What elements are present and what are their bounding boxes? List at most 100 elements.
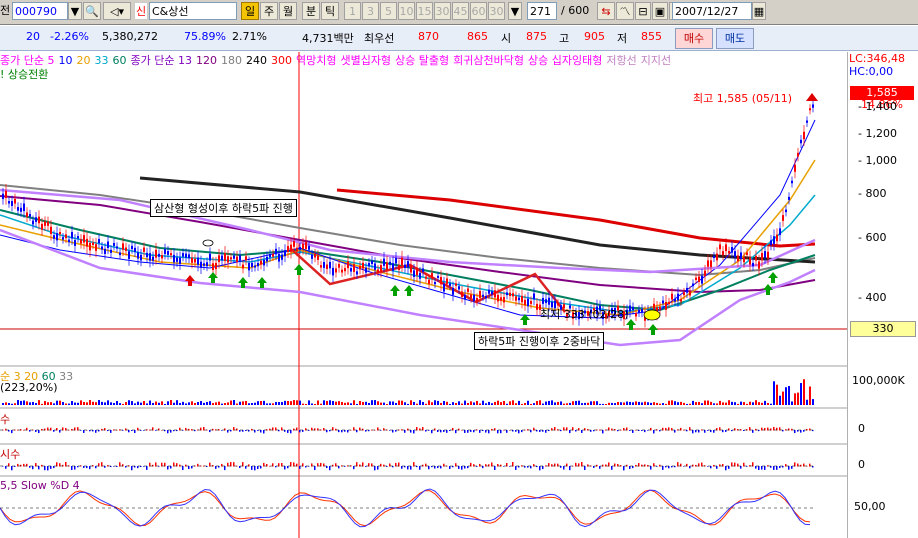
candle-body-261 [785,209,787,213]
sub1-bar-87 [263,430,265,434]
price-chart[interactable] [0,0,847,538]
sub1-bar-161 [485,430,487,433]
sub1-bar-55 [167,430,169,434]
candle-body-255 [767,251,769,259]
volume-bar-28 [86,402,88,405]
candle-body-37 [113,242,115,246]
candle-body-99 [299,247,301,250]
volume-bar-77 [233,400,235,405]
up-arrow-icon-2 [257,277,267,288]
volume-bar-239 [719,400,721,405]
volume-bar-104 [314,403,316,405]
candle-body-65 [197,257,199,265]
volume-bar-243 [731,401,733,405]
candle-body-229 [689,291,691,296]
volume-bar-256 [770,403,772,405]
candle-body-227 [683,292,685,296]
candle-body-80 [242,264,244,269]
candle-body-89 [269,254,271,258]
candle-body-27 [83,235,85,243]
volume-bar-44 [134,403,136,405]
volume-bar-114 [344,402,346,405]
candle-body-242 [728,250,730,254]
candle-body-100 [302,243,304,249]
candle-body-55 [167,251,169,255]
top-annotation-note: 삼산형 형성이후 하락5파 진행 [150,199,297,217]
candle-body-107 [323,262,325,268]
volume-bar-192 [578,400,580,405]
volume-bar-107 [323,400,325,405]
candle-body-70 [212,263,214,271]
volume-bar-57 [173,402,175,405]
candle-body-241 [725,244,727,252]
volume-bar-49 [149,400,151,405]
volume-bar-245 [737,403,739,405]
sub2-bar-108 [326,466,328,469]
volume-bar-176 [530,403,532,405]
sub2-bar-222 [668,466,670,469]
volume-bar-75 [227,402,229,405]
volume-bar-111 [335,401,337,405]
candle-body-29 [89,242,91,251]
volume-bar-264 [794,393,796,405]
volume-bar-118 [356,403,358,405]
candle-body-127 [383,258,385,266]
sub1-bar-172 [518,430,520,434]
price-tick-1: - 1,200 [858,127,897,140]
candle-body-118 [356,271,358,275]
volume-bar-144 [434,400,436,405]
volume-bar-261 [785,387,787,405]
volume-bar-150 [452,402,454,405]
candle-body-9 [29,214,31,217]
volume-bar-194 [584,402,586,405]
sub1-bar-250 [752,430,754,433]
volume-bar-32 [98,400,100,405]
candle-body-253 [761,253,763,261]
hc-value: HC:0,00 [849,65,894,78]
volume-bar-222 [668,400,670,405]
candle-body-74 [224,253,226,261]
sub1-bar-69 [209,430,211,433]
sub2-bar-160 [482,466,484,469]
candle-body-42 [128,251,130,259]
candle-body-102 [308,245,310,250]
candle-body-236 [710,260,712,267]
candle-body-18 [56,233,58,241]
candle-body-5 [17,207,19,211]
candle-body-108 [326,264,328,270]
candle-body-235 [707,260,709,267]
volume-bar-226 [680,401,682,405]
volume-bar-164 [494,401,496,405]
volume-bar-89 [269,403,271,405]
volume-bar-23 [71,401,73,405]
candle-body-178 [536,303,538,310]
candle-body-159 [479,290,481,298]
volume-bar-230 [692,400,694,405]
sub2-bar-154 [464,466,466,469]
volume-bar-204 [614,403,616,405]
volume-bar-156 [470,401,472,405]
volume-bar-237 [713,403,715,405]
sub1-bar-234 [704,430,706,433]
candle-body-71 [215,262,217,270]
volume-bar-45 [137,401,139,405]
volume-bar-212 [638,401,640,405]
volume-bar-18 [56,400,58,405]
volume-bar-262 [788,386,790,405]
volume-bar-109 [329,400,331,405]
volume-bar-91 [275,401,277,405]
candle-body-46 [140,254,142,261]
sub1-bar-3 [11,430,13,434]
sub2-bar-238 [716,466,718,469]
volume-bar-108 [326,400,328,405]
candle-body-234 [704,270,706,277]
candle-body-47 [143,247,145,252]
candle-body-128 [386,262,388,270]
volume-bar-195 [587,402,589,405]
candle-body-72 [218,255,220,263]
candle-body-254 [764,251,766,258]
candle-body-53 [161,255,163,259]
volume-bar-219 [659,403,661,405]
volume-bar-179 [539,400,541,405]
volume-bar-134 [404,402,406,405]
